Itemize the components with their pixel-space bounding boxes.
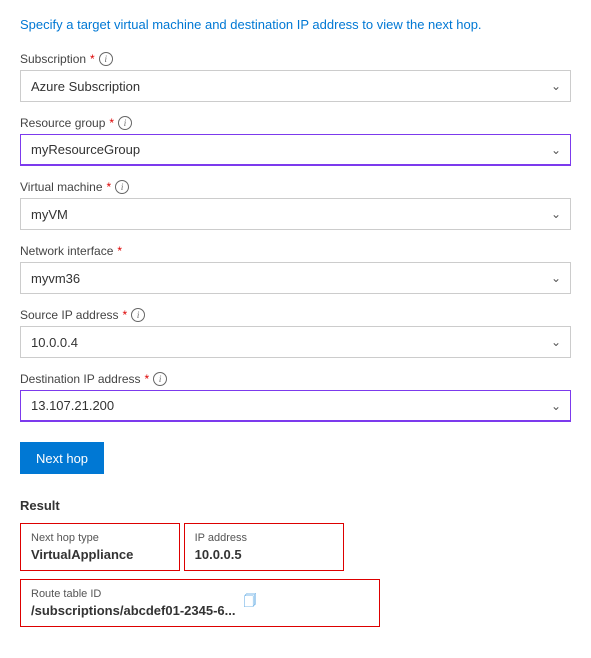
required-star: * <box>90 52 95 66</box>
ip-address-label: IP address <box>195 532 333 544</box>
resource-group-label: Resource group * i <box>20 116 571 130</box>
destination-ip-label: Destination IP address * i <box>20 372 571 386</box>
network-interface-label: Network interface * <box>20 244 571 258</box>
next-hop-type-value: VirtualAppliance <box>31 547 169 562</box>
source-ip-field: Source IP address * i 10.0.0.4 ⌄ <box>20 308 571 358</box>
result-section-label: Result <box>20 498 571 513</box>
destination-ip-info-icon[interactable]: i <box>153 372 167 386</box>
required-star-rg: * <box>109 116 114 130</box>
subscription-select-wrapper: Azure Subscription ⌄ <box>20 70 571 102</box>
ip-address-value: 10.0.0.5 <box>195 547 333 562</box>
required-star-ni: * <box>117 244 122 258</box>
source-ip-label: Source IP address * i <box>20 308 571 322</box>
source-ip-select[interactable]: 10.0.0.4 <box>20 326 571 358</box>
resource-group-select[interactable]: myResourceGroup <box>20 134 571 166</box>
resource-group-field: Resource group * i myResourceGroup ⌄ <box>20 116 571 166</box>
destination-ip-select[interactable]: 13.107.21.200 <box>20 390 571 422</box>
next-hop-type-label: Next hop type <box>31 532 169 544</box>
source-ip-info-icon[interactable]: i <box>131 308 145 322</box>
route-table-card: Route table ID /subscriptions/abcdef01-2… <box>20 579 380 627</box>
destination-ip-field: Destination IP address * i 13.107.21.200… <box>20 372 571 422</box>
virtual-machine-info-icon[interactable]: i <box>115 180 129 194</box>
subscription-select[interactable]: Azure Subscription <box>20 70 571 102</box>
required-star-vm: * <box>107 180 112 194</box>
subscription-label: Subscription * i <box>20 52 571 66</box>
route-table-value: /subscriptions/abcdef01-2345-6... <box>31 603 235 618</box>
page-description: Specify a target virtual machine and des… <box>20 16 571 34</box>
subscription-field: Subscription * i Azure Subscription ⌄ <box>20 52 571 102</box>
resource-group-info-icon[interactable]: i <box>118 116 132 130</box>
route-table-content: Route table ID /subscriptions/abcdef01-2… <box>31 588 235 618</box>
required-star-dst: * <box>145 372 150 386</box>
route-table-label: Route table ID <box>31 588 235 600</box>
subscription-info-icon[interactable]: i <box>99 52 113 66</box>
network-interface-select-wrapper: myvm36 ⌄ <box>20 262 571 294</box>
copy-icon[interactable]: 🗍 <box>243 592 256 614</box>
virtual-machine-select-wrapper: myVM ⌄ <box>20 198 571 230</box>
virtual-machine-label: Virtual machine * i <box>20 180 571 194</box>
network-interface-select[interactable]: myvm36 <box>20 262 571 294</box>
network-interface-field: Network interface * myvm36 ⌄ <box>20 244 571 294</box>
next-hop-button[interactable]: Next hop <box>20 442 104 474</box>
resource-group-select-wrapper: myResourceGroup ⌄ <box>20 134 571 166</box>
virtual-machine-select[interactable]: myVM <box>20 198 571 230</box>
virtual-machine-field: Virtual machine * i myVM ⌄ <box>20 180 571 230</box>
required-star-src: * <box>123 308 128 322</box>
next-hop-type-card: Next hop type VirtualAppliance <box>20 523 180 571</box>
source-ip-select-wrapper: 10.0.0.4 ⌄ <box>20 326 571 358</box>
result-section: Result Next hop type VirtualAppliance IP… <box>20 498 571 627</box>
ip-address-card: IP address 10.0.0.5 <box>184 523 344 571</box>
destination-ip-select-wrapper: 13.107.21.200 ⌄ <box>20 390 571 422</box>
